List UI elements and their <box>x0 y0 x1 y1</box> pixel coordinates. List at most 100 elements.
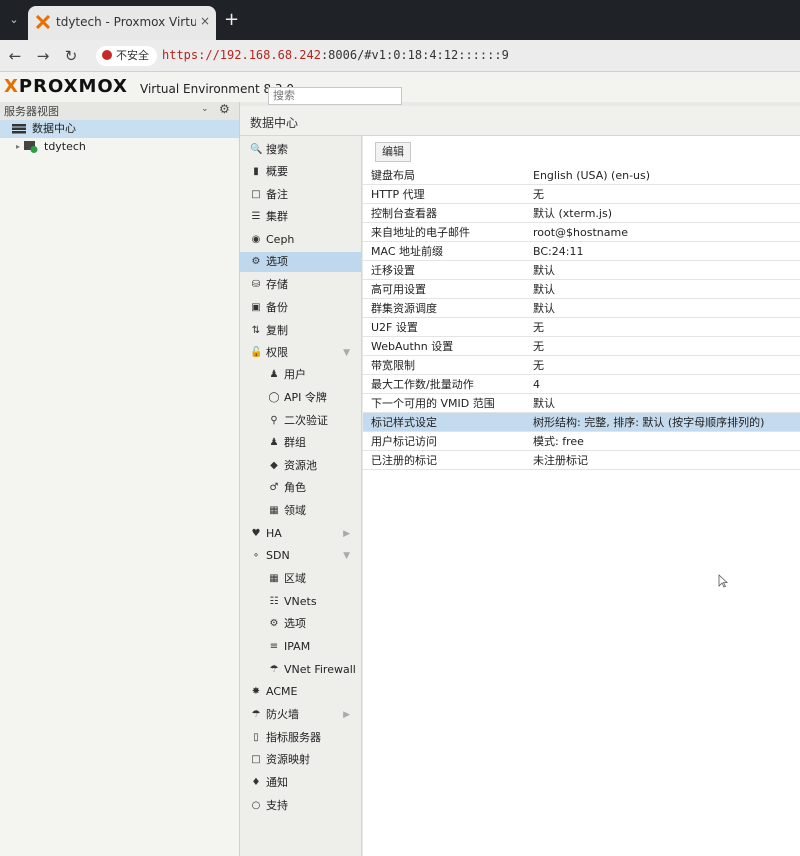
header-search-input[interactable] <box>268 87 402 105</box>
sitemap-icon: ☷ <box>269 596 279 607</box>
options-row[interactable]: 已注册的标记 未注册标记 <box>363 451 800 470</box>
menu-item[interactable]: ♟ 用户 <box>240 365 362 385</box>
expand-arrow-icon[interactable]: ▶ <box>343 524 350 544</box>
options-row[interactable]: 最大工作数/批量动作 4 <box>363 375 800 394</box>
menu-item[interactable]: □ 资源映射 <box>240 750 362 770</box>
option-key: U2F 设置 <box>371 321 418 334</box>
book-icon: ▮ <box>253 166 259 177</box>
menu-item[interactable]: 🔓 权限 ▼ <box>240 343 362 363</box>
menu-item[interactable]: ▮ 概要 <box>240 162 362 182</box>
gear-icon[interactable]: ⚙ <box>219 102 235 118</box>
options-row[interactable]: 用户标记访问 模式: free <box>363 432 800 451</box>
options-row[interactable]: U2F 设置 无 <box>363 318 800 337</box>
back-icon[interactable]: ← <box>4 45 26 67</box>
tab-search-chevron-icon[interactable]: ⌄ <box>4 10 24 30</box>
address-bar: ← → ↻ 不安全 https://192.168.68.242:8006/#v… <box>0 40 800 72</box>
bar-chart-icon: ▯ <box>253 732 259 743</box>
option-key: 迁移设置 <box>371 264 415 277</box>
menu-item[interactable]: ♟ 群组 <box>240 433 362 453</box>
options-row[interactable]: HTTP 代理 无 <box>363 185 800 204</box>
menu-item[interactable]: 🔍 搜索 <box>240 140 362 160</box>
reload-icon[interactable]: ↻ <box>60 45 82 67</box>
menu-item[interactable]: ⚲ 二次验证 <box>240 411 362 431</box>
view-selector[interactable]: 服务器视图 ⌄ ⚙ <box>0 102 239 120</box>
menu-item[interactable]: ⚙ 选项 <box>240 252 362 272</box>
url-path: :8006/#v1:0:18:4:12::::::9 <box>320 48 509 62</box>
database-icon: ⛁ <box>251 279 261 290</box>
menu-item[interactable]: ▦ 领域 <box>240 501 362 521</box>
folder-icon: □ <box>251 754 261 765</box>
ipam-icon: ≡ <box>269 641 279 652</box>
browser-tabstrip: ⌄ tdytech - Proxmox Virtual En × + <box>0 0 800 40</box>
menu-item[interactable]: ☰ 集群 <box>240 207 362 227</box>
menu-item[interactable]: ♦ 通知 <box>240 773 362 793</box>
options-row[interactable]: 来自地址的电子邮件 root@$hostname <box>363 223 800 242</box>
menu-item-label: Ceph <box>266 233 295 246</box>
tags-icon: ◆ <box>270 460 278 471</box>
option-value: 默认 <box>533 397 555 410</box>
option-value: English (USA) (en-us) <box>533 169 651 182</box>
menu-item-label: 选项 <box>284 617 306 630</box>
option-value: 无 <box>533 321 544 334</box>
expand-arrow-icon[interactable]: ▶ <box>343 705 350 725</box>
options-row[interactable]: 控制台查看器 默认 (xterm.js) <box>363 204 800 223</box>
menu-item[interactable]: ⚙ 选项 <box>240 614 362 634</box>
menu-item[interactable]: ○ 支持 <box>240 796 362 816</box>
menu-item[interactable]: □ 备注 <box>240 185 362 205</box>
browser-tab[interactable]: tdytech - Proxmox Virtual En × <box>28 6 216 40</box>
options-grid: 键盘布局 English (USA) (en-us) HTTP 代理无控制台查看器默… <box>363 166 800 470</box>
menu-item[interactable]: ◉ Ceph <box>240 230 362 250</box>
url-field[interactable]: https://192.168.68.242:8006/#v1:0:18:4:1… <box>162 48 509 62</box>
menu-item[interactable]: ∘ SDN ▼ <box>240 546 362 566</box>
menu-item[interactable]: ☂ VNet Firewall <box>240 660 362 680</box>
edit-button[interactable]: 编辑 <box>375 142 411 162</box>
close-tab-icon[interactable]: × <box>200 14 210 28</box>
security-chip[interactable]: 不安全 <box>96 46 157 66</box>
option-key: 最大工作数/批量动作 <box>371 378 474 391</box>
option-value: 默认 <box>533 264 555 277</box>
menu-item[interactable]: ▣ 备份 <box>240 298 362 318</box>
chevron-down-icon[interactable]: ⌄ <box>201 104 213 116</box>
menu-item[interactable]: ✸ ACME <box>240 682 362 702</box>
options-row[interactable]: 标记样式设定 树形结构: 完整, 排序: 默认 (按字母顺序排列的) <box>363 413 800 432</box>
expand-arrow-icon[interactable]: ▼ <box>343 343 350 363</box>
menu-item[interactable]: ☷ VNets <box>240 592 362 612</box>
certificate-icon: ✸ <box>251 686 261 697</box>
options-row[interactable]: 群集资源调度 默认 <box>363 299 800 318</box>
menu-item[interactable]: ▦ 区域 <box>240 569 362 589</box>
proxmox-logo: XPROXMOX <box>4 76 128 97</box>
forward-icon[interactable]: → <box>32 45 54 67</box>
menu-item[interactable]: ≡ IPAM <box>240 637 362 657</box>
floppy-icon: ▣ <box>251 302 261 313</box>
pve-header: XPROXMOX Virtual Environment 8.3.0 <box>0 72 800 105</box>
options-row[interactable]: MAC 地址前缀 BC:24:11 <box>363 242 800 261</box>
options-row[interactable]: 高可用设置 默认 <box>363 280 800 299</box>
expand-icon[interactable]: ▸ <box>16 138 20 156</box>
options-row[interactable]: 迁移设置 默认 <box>363 261 800 280</box>
menu-item[interactable]: ♥ HA ▶ <box>240 524 362 544</box>
note-icon: □ <box>251 189 261 200</box>
options-row[interactable]: 带宽限制 无 <box>363 356 800 375</box>
options-row[interactable]: WebAuthn 设置 无 <box>363 337 800 356</box>
expand-arrow-icon[interactable]: ▼ <box>343 546 350 566</box>
new-tab-button[interactable]: + <box>224 11 239 29</box>
options-row[interactable]: 下一个可用的 VMID 范围 默认 <box>363 394 800 413</box>
menu-item[interactable]: ♂ 角色 <box>240 478 362 498</box>
tree-item-datacenter[interactable]: 数据中心 <box>0 120 239 138</box>
menu-item-label: 二次验证 <box>284 414 328 427</box>
option-value: 4 <box>533 378 540 391</box>
menu-item[interactable]: ◆ 资源池 <box>240 456 362 476</box>
menu-item[interactable]: ⇅ 复制 <box>240 321 362 341</box>
menu-item-label: 备注 <box>266 188 288 201</box>
option-key: 键盘布局 <box>371 169 415 182</box>
option-key: 下一个可用的 VMID 范围 <box>371 397 495 410</box>
menu-item[interactable]: ⛁ 存储 <box>240 275 362 295</box>
option-key: 群集资源调度 <box>371 302 437 315</box>
menu-item[interactable]: ▯ 指标服务器 <box>240 728 362 748</box>
options-row[interactable]: 键盘布局 English (USA) (en-us) <box>363 166 800 185</box>
tree-item-node[interactable]: ▸ tdytech <box>0 138 239 156</box>
heartbeat-icon: ♥ <box>251 528 261 539</box>
menu-item[interactable]: ☂ 防火墙 ▶ <box>240 705 362 725</box>
menu-item[interactable]: ◯ API 令牌 <box>240 388 362 408</box>
menu-item-label: API 令牌 <box>284 391 327 404</box>
